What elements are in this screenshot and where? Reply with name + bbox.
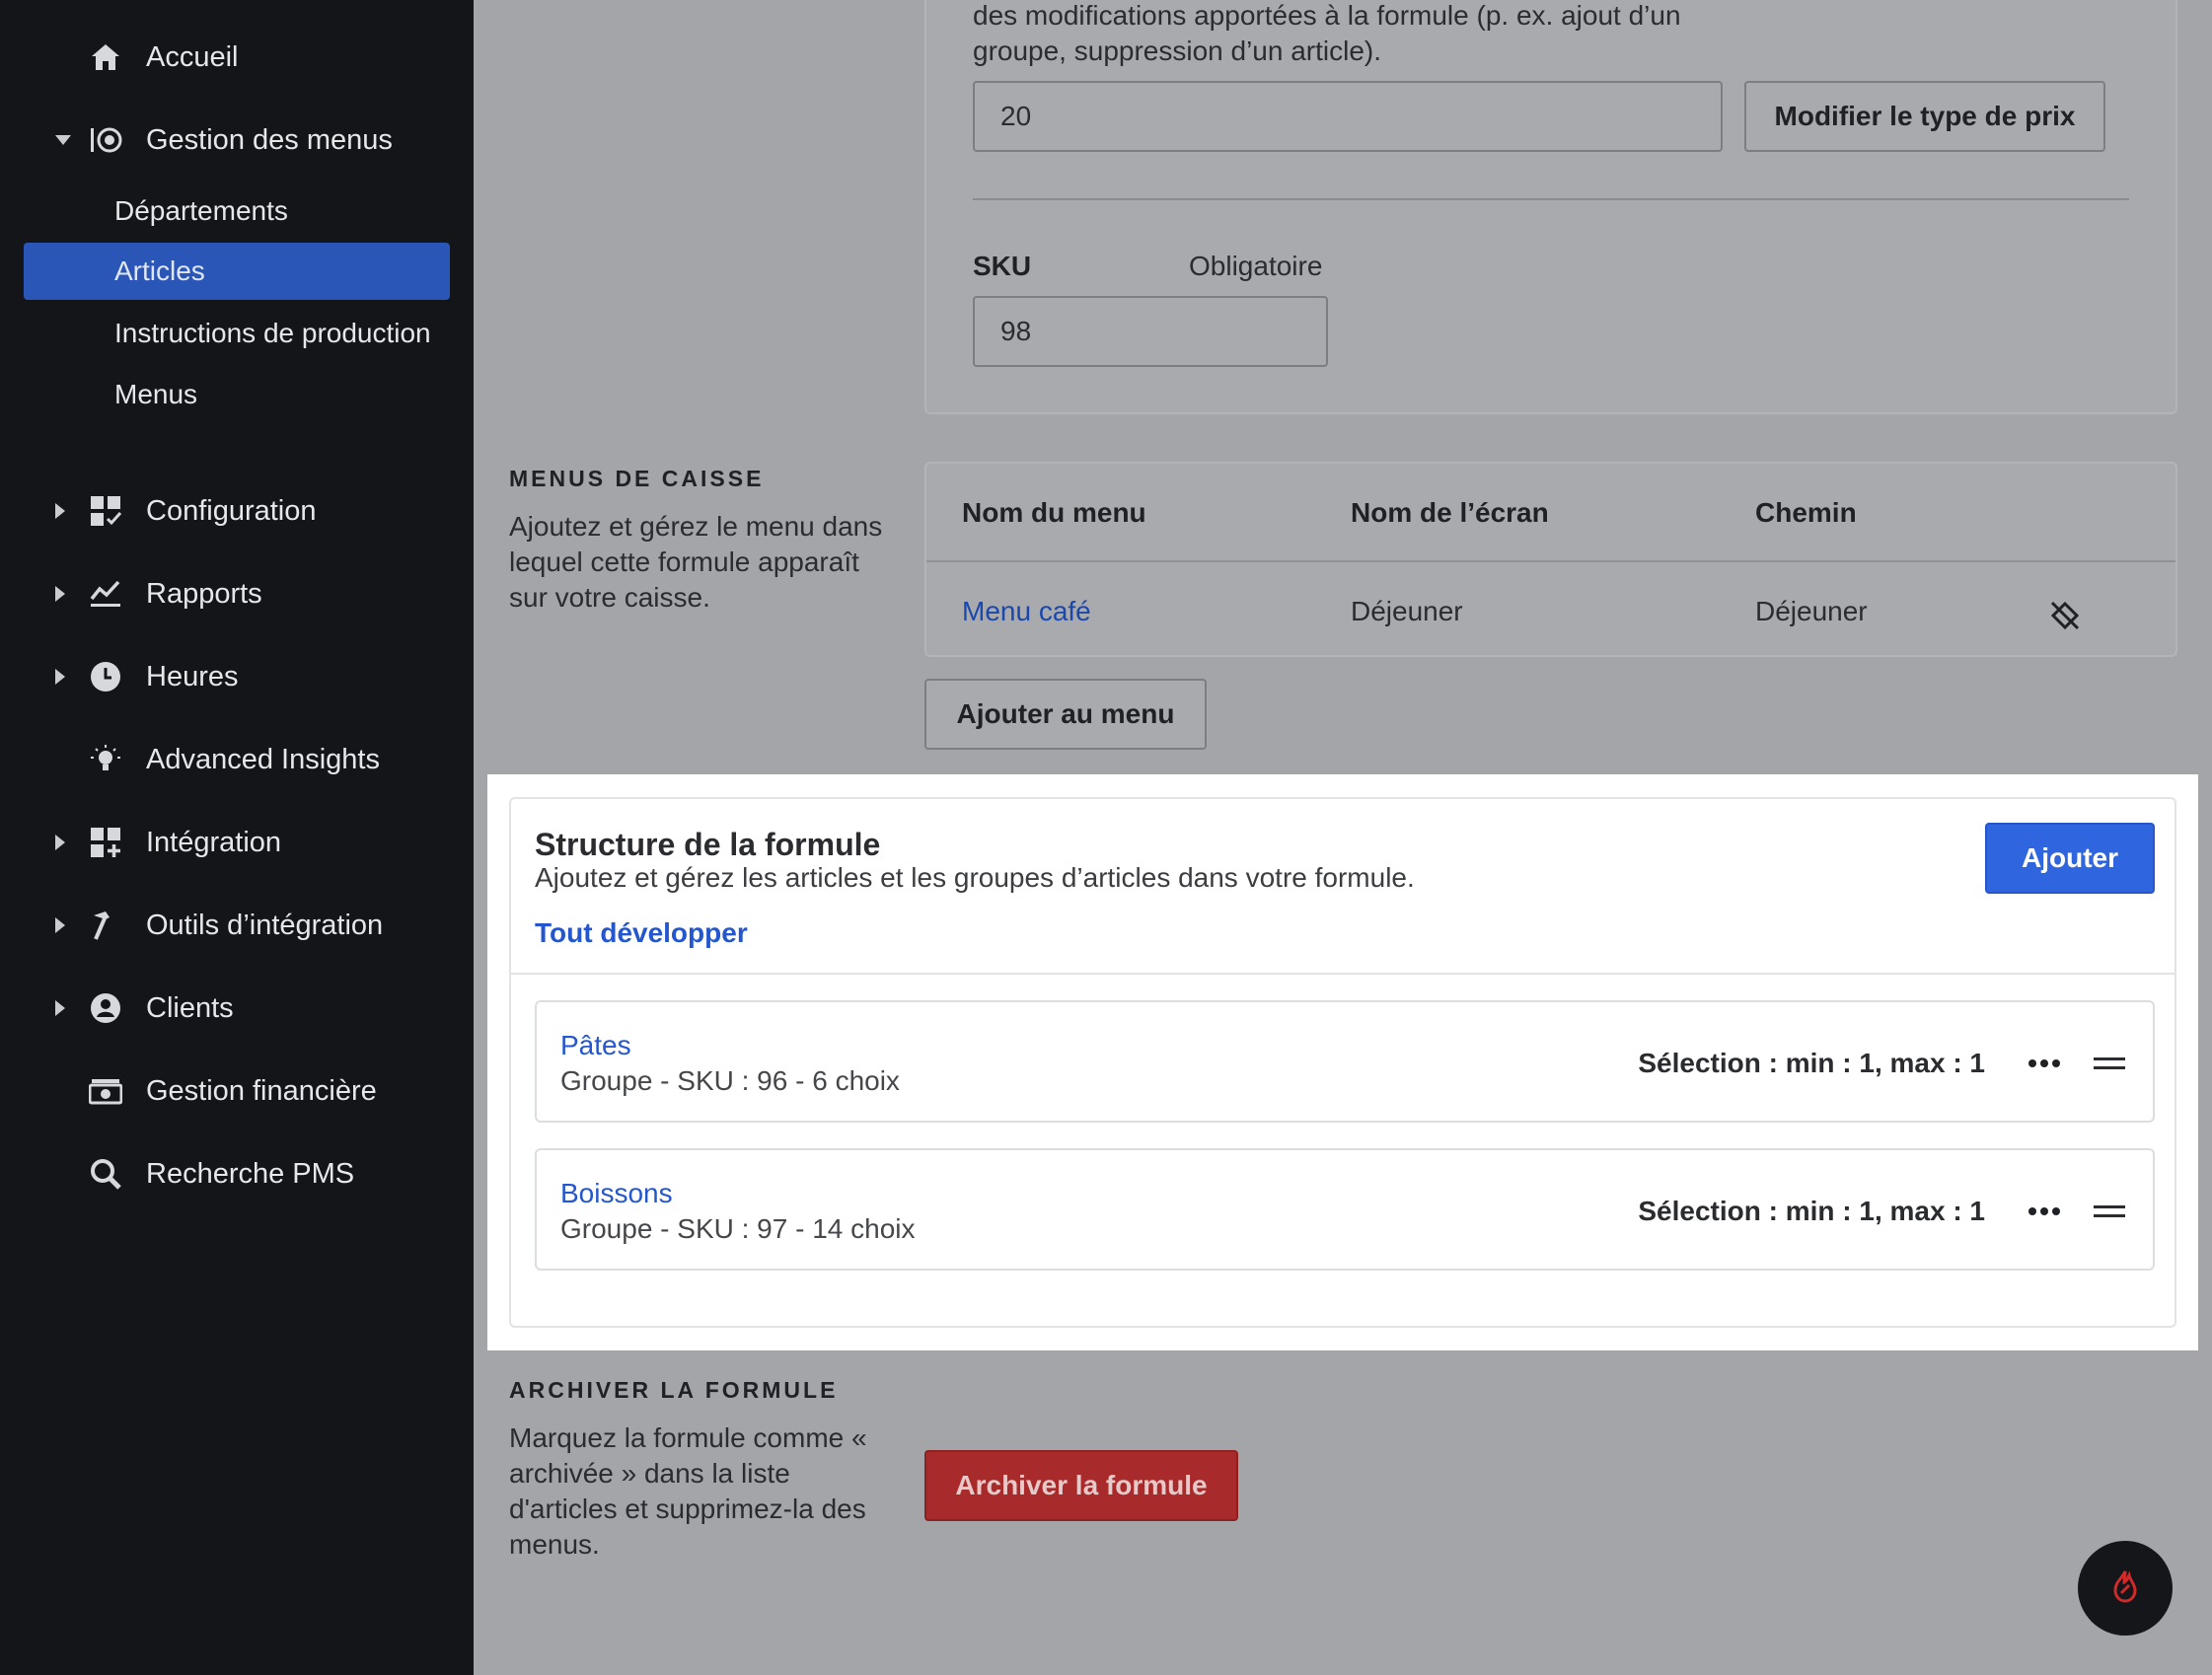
sidebar-item-gestion-des-menus[interactable]: Gestion des menus bbox=[0, 110, 474, 170]
drag-handle-icon[interactable] bbox=[2090, 1044, 2129, 1083]
sidebar-item-label: Accueil bbox=[146, 40, 239, 73]
sidebar-item-label: Gestion financière bbox=[146, 1074, 377, 1107]
archive-formula-button[interactable]: Archiver la formule bbox=[924, 1450, 1238, 1521]
change-price-type-button[interactable]: Modifier le type de prix bbox=[1744, 81, 2105, 152]
screen-name-cell: Déjeuner bbox=[1351, 596, 1463, 626]
sidebar-subitem-label: Articles bbox=[114, 255, 205, 286]
sidebar-subitem-instructions-de-production[interactable]: Instructions de production bbox=[24, 305, 450, 362]
panel-divider bbox=[511, 973, 2175, 975]
sidebar-subitem-articles[interactable]: Articles bbox=[24, 243, 450, 300]
list-item: Pâtes Groupe - SKU : 96 - 6 choix Sélect… bbox=[535, 1000, 2155, 1123]
formula-structure-panel: Structure de la formule Ajoutez et gérez… bbox=[509, 797, 2176, 1328]
unlink-icon[interactable] bbox=[2047, 598, 2083, 633]
sidebar-item-label: Configuration bbox=[146, 494, 317, 527]
drag-handle-icon[interactable] bbox=[2090, 1192, 2129, 1231]
sidebar-item-gestion-financiere[interactable]: Gestion financière bbox=[0, 1061, 474, 1121]
group-name-link[interactable]: Pâtes bbox=[560, 1030, 631, 1061]
group-name-link[interactable]: Boissons bbox=[560, 1178, 673, 1209]
sidebar-subitem-label: Instructions de production bbox=[114, 318, 431, 348]
sidebar-item-label: Recherche PMS bbox=[146, 1157, 355, 1190]
group-meta: Groupe - SKU : 97 - 14 choix bbox=[560, 1213, 916, 1244]
sidebar-item-accueil[interactable]: Accueil bbox=[0, 28, 474, 87]
sidebar-item-advanced-insights[interactable]: Advanced Insights bbox=[0, 730, 474, 789]
integration-icon bbox=[89, 826, 122, 859]
group-meta: Groupe - SKU : 96 - 6 choix bbox=[560, 1065, 900, 1096]
configuration-icon bbox=[89, 494, 122, 528]
column-header-screen-name[interactable]: Nom de l’écran bbox=[1351, 497, 1549, 529]
sidebar-item-rapports[interactable]: Rapports bbox=[0, 564, 474, 623]
chevron-down-icon[interactable] bbox=[55, 135, 71, 145]
sidebar-subitem-menus[interactable]: Menus bbox=[24, 366, 450, 423]
sidebar-item-label: Intégration bbox=[146, 826, 282, 858]
home-icon bbox=[89, 40, 122, 74]
archive-description: Marquez la formule comme « archivée » da… bbox=[509, 1422, 867, 1560]
pos-menus-title: MENUS DE CAISSE bbox=[509, 466, 765, 491]
sidebar-item-clients[interactable]: Clients bbox=[0, 979, 474, 1038]
sku-label: SKU bbox=[973, 251, 1032, 281]
sidebar-item-outils-integration[interactable]: Outils d’intégration bbox=[0, 896, 474, 955]
flame-logo-icon bbox=[2111, 1569, 2139, 1608]
path-cell: Déjeuner bbox=[1755, 596, 1868, 626]
price-input[interactable]: 20 bbox=[973, 81, 1723, 152]
sidebar-item-label: Rapports bbox=[146, 577, 262, 610]
selection-rule: Sélection : min : 1, max : 1 bbox=[1638, 1196, 1985, 1226]
chevron-right-icon[interactable] bbox=[55, 1000, 65, 1016]
sidebar-item-heures[interactable]: Heures bbox=[0, 647, 474, 706]
help-chat-button[interactable] bbox=[2078, 1541, 2173, 1636]
sidebar-item-configuration[interactable]: Configuration bbox=[0, 481, 474, 541]
sidebar-subitem-label: Départements bbox=[114, 195, 288, 226]
sidebar-item-label: Gestion des menus bbox=[146, 123, 393, 156]
chevron-right-icon[interactable] bbox=[55, 503, 65, 519]
panel-title: Structure de la formule bbox=[535, 827, 881, 862]
sidebar-item-recherche-pms[interactable]: Recherche PMS bbox=[0, 1144, 474, 1203]
chevron-right-icon[interactable] bbox=[55, 835, 65, 850]
chevron-right-icon[interactable] bbox=[55, 669, 65, 685]
sidebar: Accueil Gestion des menus Départements A… bbox=[0, 0, 474, 1675]
add-button[interactable]: Ajouter bbox=[1985, 823, 2155, 894]
archive-title: ARCHIVER LA FORMULE bbox=[509, 1377, 839, 1403]
sidebar-item-label: Advanced Insights bbox=[146, 743, 380, 775]
chevron-right-icon[interactable] bbox=[55, 586, 65, 602]
more-options-icon[interactable] bbox=[2025, 1044, 2064, 1083]
expand-all-link[interactable]: Tout développer bbox=[535, 917, 748, 949]
selection-rule: Sélection : min : 1, max : 1 bbox=[1638, 1048, 1985, 1078]
money-icon bbox=[89, 1074, 122, 1108]
sku-required-label: Obligatoire bbox=[1189, 251, 1323, 281]
column-header-path[interactable]: Chemin bbox=[1755, 497, 1857, 529]
table-divider bbox=[926, 560, 2175, 562]
menu-name-link[interactable]: Menu café bbox=[962, 596, 1091, 627]
hammer-icon bbox=[89, 909, 122, 942]
pos-menus-description: Ajoutez et gérez le menu dans lequel cet… bbox=[509, 511, 883, 613]
sidebar-subitem-label: Menus bbox=[114, 379, 198, 409]
reports-icon bbox=[89, 577, 122, 611]
panel-subtitle: Ajoutez et gérez les articles et les gro… bbox=[535, 862, 1415, 893]
pos-menus-table: Nom du menu Nom de l’écran Chemin Menu c… bbox=[924, 462, 2177, 657]
search-icon bbox=[89, 1157, 122, 1191]
lightbulb-icon bbox=[89, 743, 122, 776]
chevron-right-icon[interactable] bbox=[55, 917, 65, 933]
menu-management-icon bbox=[89, 123, 122, 157]
sidebar-item-label: Clients bbox=[146, 991, 234, 1024]
list-item: Boissons Groupe - SKU : 97 - 14 choix Sé… bbox=[535, 1148, 2155, 1271]
user-circle-icon bbox=[89, 991, 122, 1025]
clock-icon bbox=[89, 660, 122, 693]
sidebar-item-label: Heures bbox=[146, 660, 239, 692]
pricing-description: des modifications apportées à la formule… bbox=[973, 0, 1681, 66]
add-to-menu-button[interactable]: Ajouter au menu bbox=[924, 679, 1207, 750]
more-options-icon[interactable] bbox=[2025, 1192, 2064, 1231]
divider bbox=[973, 198, 2129, 200]
sidebar-item-label: Outils d’intégration bbox=[146, 909, 384, 941]
sidebar-item-integration[interactable]: Intégration bbox=[0, 813, 474, 872]
sku-input[interactable]: 98 bbox=[973, 296, 1328, 367]
column-header-menu-name[interactable]: Nom du menu bbox=[962, 497, 1146, 529]
sidebar-subitem-departements[interactable]: Départements bbox=[24, 182, 450, 240]
